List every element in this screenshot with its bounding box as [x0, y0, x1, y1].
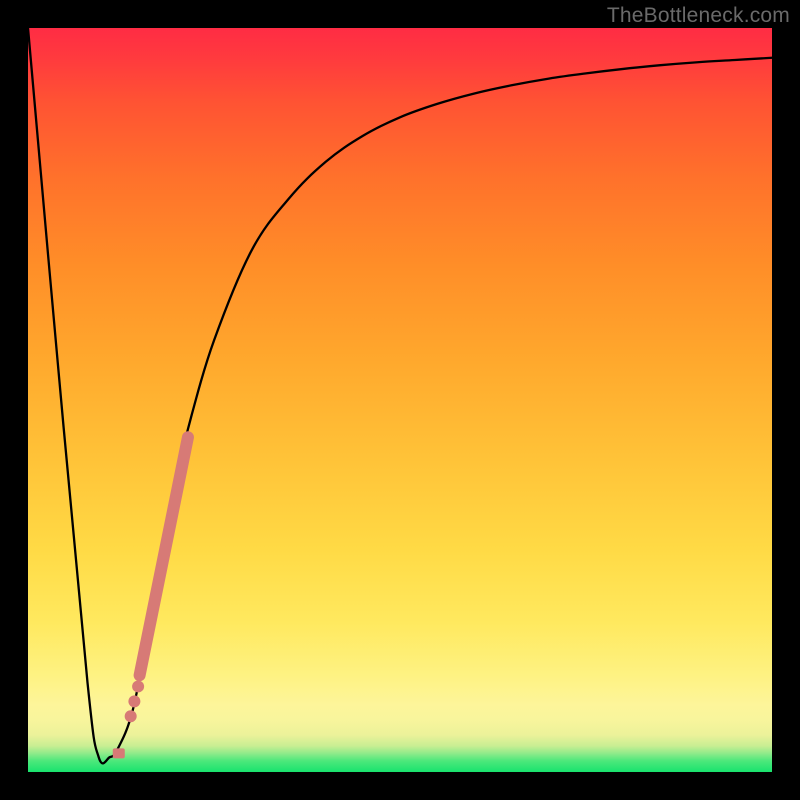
- highlight-dot: [132, 680, 144, 692]
- plot-area: [28, 28, 772, 772]
- highlight-range-line: [140, 437, 188, 675]
- chart-svg: [28, 28, 772, 772]
- highlight-dot: [125, 710, 137, 722]
- chart-frame: TheBottleneck.com: [0, 0, 800, 800]
- highlight-dot: [128, 695, 140, 707]
- bottom-marker-rect: [113, 748, 125, 758]
- highlight-dots-group: [125, 680, 144, 722]
- watermark-text: TheBottleneck.com: [607, 4, 790, 28]
